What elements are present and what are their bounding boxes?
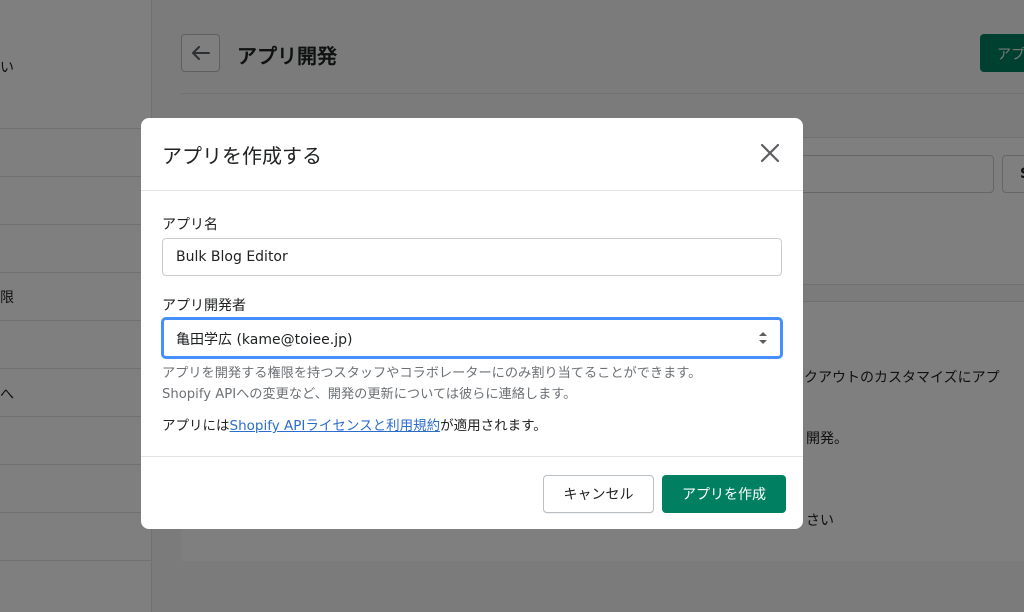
select-arrows-icon xyxy=(758,329,768,347)
modal-footer: キャンセル アプリを作成 xyxy=(141,456,803,529)
close-icon xyxy=(760,143,780,167)
app-name-input[interactable] xyxy=(162,238,782,276)
app-developer-value: 亀田学広 (kame@toiee.jp) xyxy=(176,332,353,348)
license-prefix: アプリには xyxy=(162,418,230,434)
app-developer-label: アプリ開発者 xyxy=(162,298,246,314)
help-line: Shopify APIへの変更など、開発の更新については彼らに連絡します。 xyxy=(162,387,577,402)
help-line: アプリを開発する権限を持つスタッフやコラボレーターにのみ割り当てることができます… xyxy=(162,366,702,381)
create-app-button[interactable]: アプリを作成 xyxy=(662,475,786,513)
license-suffix: が適用されます。 xyxy=(440,418,547,434)
app-name-label: アプリ名 xyxy=(162,217,218,233)
create-app-modal: アプリを作成する アプリ名 アプリ開発者 亀田学広 (kame@toiee.jp… xyxy=(141,118,803,529)
modal-header: アプリを作成する xyxy=(141,118,803,191)
developer-help-text: アプリを開発する権限を持つスタッフやコラボレーターにのみ割り当てることができます… xyxy=(162,363,787,405)
license-link[interactable]: Shopify APIライセンスと利用規約 xyxy=(230,418,441,434)
close-button[interactable] xyxy=(753,138,787,172)
modal-title: アプリを作成する xyxy=(162,144,322,168)
cancel-button[interactable]: キャンセル xyxy=(543,475,654,513)
license-notice: アプリにはShopify APIライセンスと利用規約が適用されます。 xyxy=(162,414,547,434)
app-developer-select[interactable]: 亀田学広 (kame@toiee.jp) xyxy=(162,318,782,358)
